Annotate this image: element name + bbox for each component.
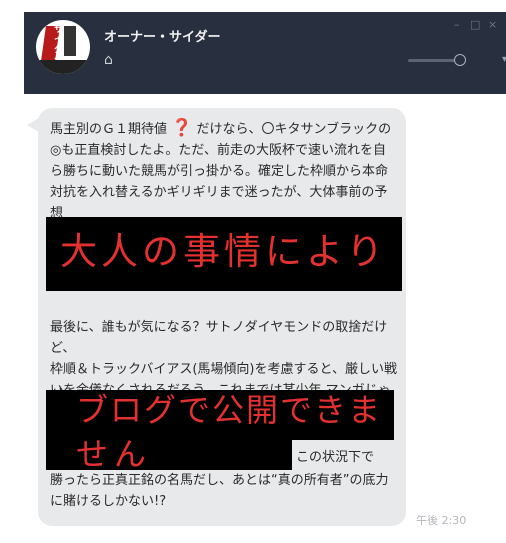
text-line: ら勝ちに動いた競馬が引っ掛かる。確定した枠順から本命 [50,164,389,179]
censor-text-1: 大人の事情により [60,230,388,273]
text-line: ◎も正直検討したよ。ただ、前走の大阪杯で速い流れを自 [50,143,386,158]
avatar-bottom-band [36,60,90,74]
text-line: 勝ったら正真正銘の名馬だし、あとは“真の所有者”の底力 [50,473,389,488]
censor-text-2a: ブログで公開できま [76,391,383,429]
home-icon[interactable]: ⌂ [104,52,113,68]
close-icon[interactable]: × [488,18,497,31]
text-line: 最後に、誰もが気になる？サトノダイヤモンドの取捨だけど、 [50,320,388,356]
volume-slider-knob[interactable] [454,54,466,66]
chat-header: サイダー オーナー・サイダー ⌂ – □ × ▾ [24,12,506,94]
message-timestamp: 午後 2:30 [416,514,467,527]
text-line: だけなら、〇キタサンブラックの [196,122,392,137]
chat-title: オーナー・サイダー [104,30,221,45]
message-paragraph-3: 勝ったら正真正銘の名馬だし、あとは“真の所有者”の底力 に賭けるしかない!? [50,470,398,512]
text-after-censor: この状況下で [296,450,375,465]
volume-slider[interactable] [408,59,458,62]
maximize-icon[interactable]: □ [470,18,480,31]
text-line: に賭けるしかない!? [50,494,167,509]
text-line: 対抗を入れ替えるかギリギリまで迷ったが、大体事前の予想 [50,185,388,221]
text-line: 馬主別のＧ１期待値 [50,122,168,137]
question-mark-icon: ❓ [171,118,193,138]
censor-text-2b: せん [76,435,153,473]
avatar[interactable]: サイダー [36,20,90,74]
minimize-icon[interactable]: – [454,18,460,31]
message-paragraph-1: 馬主別のＧ１期待値 ❓ だけなら、〇キタサンブラックの ◎も正直検討したよ。ただ… [50,118,398,224]
text-line: 枠順＆トラックバイアス(馬場傾向)を考慮すると、厳しい戦 [50,362,397,377]
avatar-text: サイダー [54,25,64,65]
more-icon[interactable]: ▾ [502,54,506,65]
